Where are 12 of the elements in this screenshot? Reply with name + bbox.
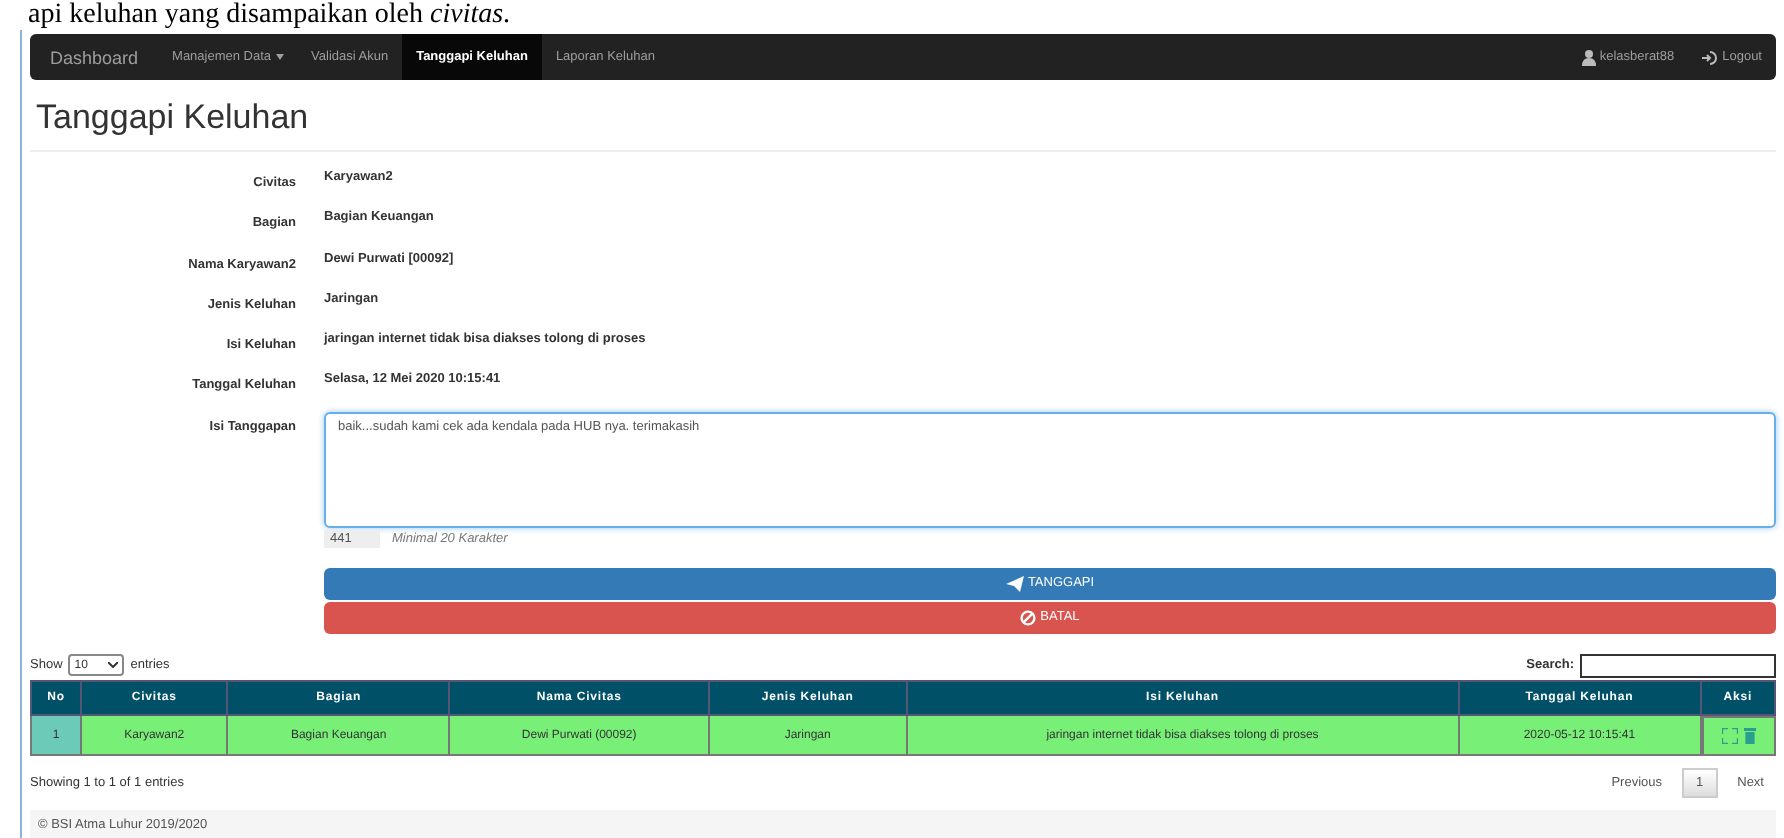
send-icon <box>1005 575 1024 592</box>
caret-icon <box>275 54 284 60</box>
brand-link[interactable]: Dashboard <box>30 34 159 80</box>
caret-icon <box>108 662 119 669</box>
trash-icon[interactable] <box>1743 727 1756 744</box>
user-icon <box>1581 49 1596 65</box>
search-field[interactable] <box>1580 653 1776 678</box>
document-text: api keluhan yang disampaikan oleh civitas. <box>26 0 513 30</box>
page-title: Tanggapi Keluhan <box>36 98 311 138</box>
expand-icon[interactable] <box>1721 727 1738 744</box>
logout-icon <box>1702 49 1719 65</box>
ban-icon <box>1020 609 1037 626</box>
